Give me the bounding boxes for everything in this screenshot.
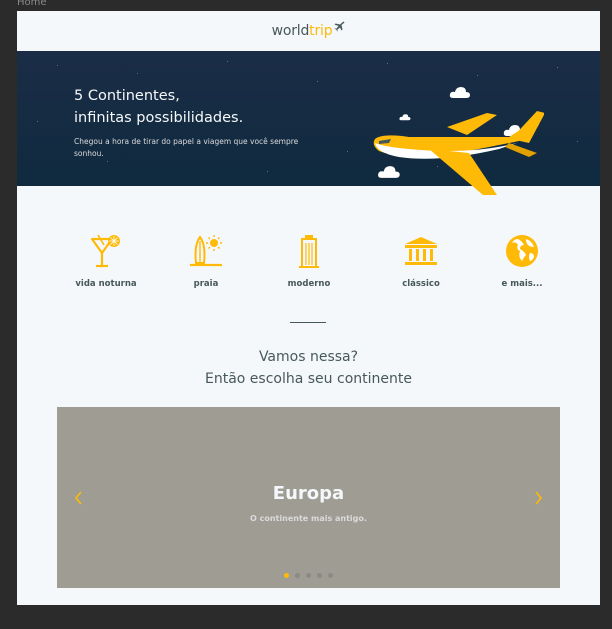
carousel-dot[interactable] xyxy=(284,573,289,578)
carousel-title[interactable]: Europa xyxy=(57,483,560,504)
category-moderno[interactable]: moderno xyxy=(264,233,354,289)
section-divider xyxy=(290,322,326,323)
continent-heading-line1: Vamos nessa? xyxy=(258,349,359,365)
carousel-dot[interactable] xyxy=(295,573,300,578)
continent-heading: Vamos nessa? Então escolha seu continent… xyxy=(17,346,600,390)
category-praia[interactable]: praia xyxy=(161,233,251,289)
logo[interactable]: world trip xyxy=(271,21,346,39)
logo-plane-icon xyxy=(334,21,345,32)
home-page: world trip 5 Continentes, infinitas possi… xyxy=(17,11,600,605)
carousel-subtitle: O continente mais antigo. xyxy=(250,514,367,523)
category-label: praia xyxy=(193,279,219,289)
banner-title: 5 Continentes, infinitas possibilidades. xyxy=(74,85,243,129)
building-icon xyxy=(299,235,319,268)
globe-icon xyxy=(506,235,538,267)
header: world trip xyxy=(17,11,600,51)
frame-label: Home xyxy=(17,0,47,8)
carousel-dot[interactable] xyxy=(328,573,333,578)
carousel-dot[interactable] xyxy=(306,573,311,578)
continent-heading-line2: Então escolha seu continente xyxy=(205,371,412,387)
museum-icon xyxy=(405,237,437,265)
carousel-dot[interactable] xyxy=(317,573,322,578)
banner-title-line1: 5 Continentes, xyxy=(74,88,180,104)
category-vida-noturna[interactable]: vida noturna xyxy=(61,233,151,289)
category-classico[interactable]: clássico xyxy=(376,233,466,289)
carousel-pagination xyxy=(57,573,560,578)
banner-subtitle: Chegou a hora de tirar do papel a viagem… xyxy=(74,137,299,158)
chevron-right-icon[interactable] xyxy=(532,487,546,509)
logo-trip-text: trip xyxy=(309,23,333,39)
airplane-illustration xyxy=(373,111,544,195)
continent-carousel[interactable]: Europa O continente mais antigo. xyxy=(57,407,560,588)
category-label: moderno xyxy=(287,279,331,289)
category-label: clássico xyxy=(402,279,440,289)
banner-title-line2: infinitas possibilidades. xyxy=(74,110,244,126)
surfboard-sun-icon xyxy=(190,235,222,267)
category-label: e mais... xyxy=(501,279,543,289)
category-e-mais[interactable]: e mais... xyxy=(477,233,567,289)
category-label: vida noturna xyxy=(75,279,137,289)
travel-types: vida noturna praia moderno clássico e ma… xyxy=(17,233,600,303)
cocktail-icon xyxy=(90,234,120,268)
logo-world-text: world xyxy=(271,23,310,39)
hero-banner: 5 Continentes, infinitas possibilidades.… xyxy=(17,51,600,195)
